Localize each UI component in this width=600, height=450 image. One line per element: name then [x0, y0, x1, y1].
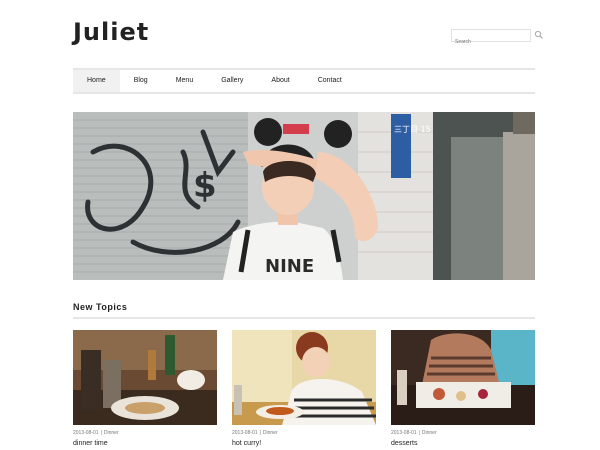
post-date: 2013-08-01 [232, 430, 258, 436]
hero-shirt-text: NINE [265, 256, 314, 277]
post-card[interactable]: 2013-08-01 | Dinner desserts [391, 330, 535, 447]
post-category[interactable]: Dinner [422, 430, 437, 436]
section-divider [73, 317, 535, 319]
post-card[interactable]: 2013-08-01 | Dinner dinner time [73, 330, 217, 447]
hero-sign-text: 三丁目 15 [394, 125, 431, 134]
hero-image: $ 三丁目 15 NINE [73, 112, 535, 280]
hero-photo: $ 三丁目 15 NINE [73, 112, 535, 280]
post-thumbnail[interactable] [391, 330, 535, 425]
nav-item-about[interactable]: About [257, 70, 303, 92]
post-date: 2013-08-01 [391, 430, 417, 436]
post-meta: 2013-08-01 | Dinner [73, 430, 119, 436]
site-title[interactable]: Juliet [73, 18, 149, 46]
post-category[interactable]: Dinner [104, 430, 119, 436]
post-title[interactable]: desserts [391, 440, 535, 447]
nav-item-menu[interactable]: Menu [162, 70, 208, 92]
post-thumbnail[interactable] [232, 330, 376, 425]
svg-text:$: $ [193, 166, 217, 206]
post-date: 2013-08-01 [73, 430, 99, 436]
post-title[interactable]: hot curry! [232, 440, 376, 447]
post-category[interactable]: Dinner [263, 430, 278, 436]
post-card[interactable]: 2013-08-01 | Dinner hot curry! [232, 330, 376, 447]
search-box[interactable] [451, 29, 543, 48]
post-meta: 2013-08-01 | Dinner [232, 430, 278, 436]
nav-item-gallery[interactable]: Gallery [207, 70, 257, 92]
post-thumbnail[interactable] [73, 330, 217, 425]
search-icon[interactable] [534, 30, 544, 40]
nav-item-home[interactable]: Home [73, 70, 120, 92]
main-nav: Home Blog Menu Gallery About Contact [73, 68, 535, 94]
nav-item-blog[interactable]: Blog [120, 70, 162, 92]
nav-item-contact[interactable]: Contact [304, 70, 356, 92]
post-meta: 2013-08-01 | Dinner [391, 430, 437, 436]
search-input[interactable] [452, 36, 517, 48]
post-title[interactable]: dinner time [73, 440, 217, 447]
section-title: New Topics [73, 302, 128, 312]
